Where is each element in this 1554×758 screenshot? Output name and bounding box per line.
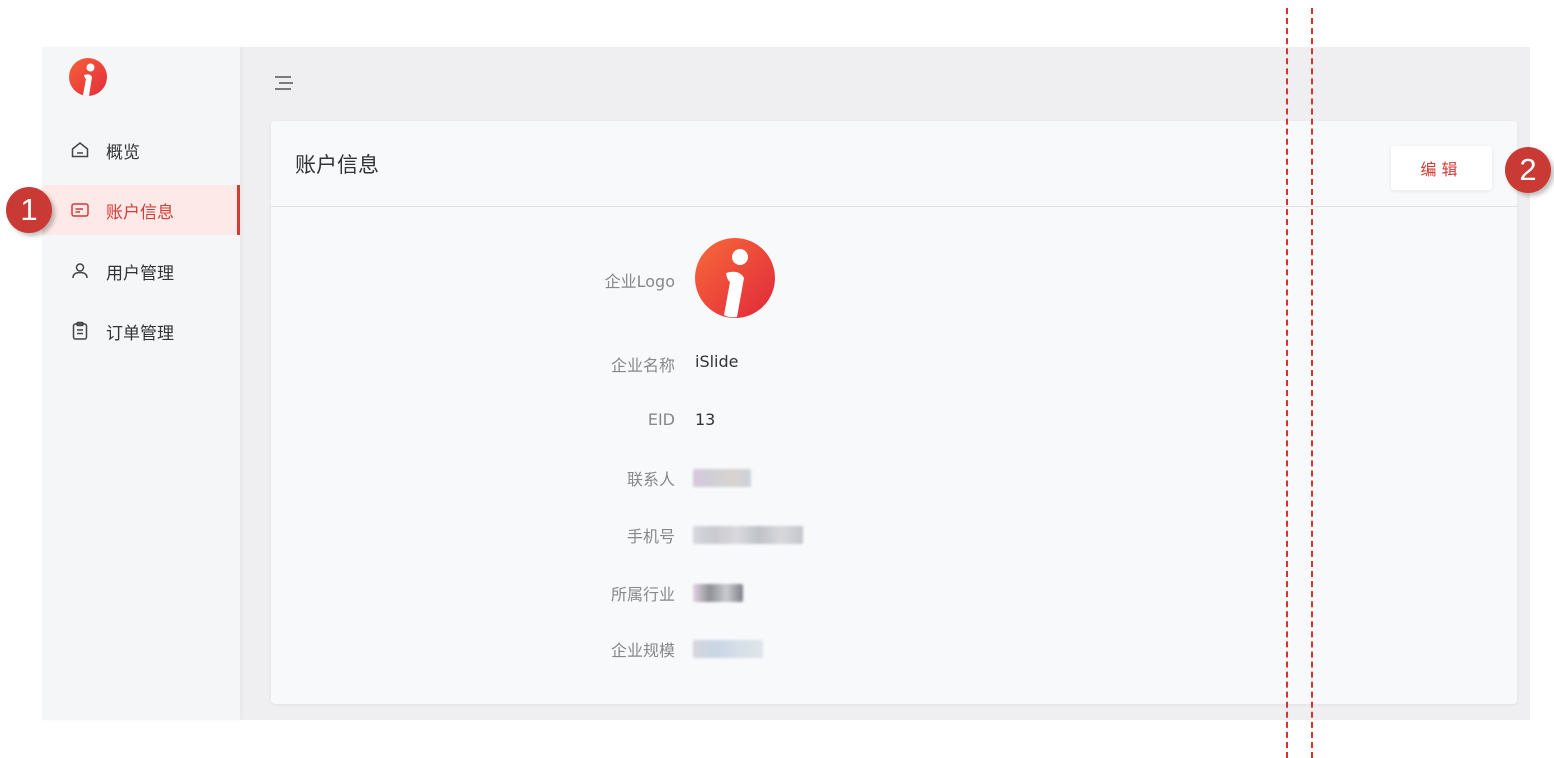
annotation-dashed-line [1286,8,1288,758]
islide-logo-icon[interactable] [68,57,108,97]
screenshot: 概览 账户信息 用户管理 订单管理 账户信息 企业Logo 企业名称 iSlid… [0,0,1554,758]
field-row-phone: 手机号 [271,518,1517,548]
field-label: 企业名称 [610,356,675,375]
sidebar-item-label: 用户管理 [106,263,174,284]
sidebar-item-overview[interactable]: 概览 [42,125,240,175]
home-icon [70,140,90,160]
app-window: 概览 账户信息 用户管理 订单管理 账户信息 企业Logo 企业名称 iSlid… [42,47,1530,720]
annotation-badge-1: 1 [6,187,52,233]
field-value: iSlide [695,352,739,371]
field-row-contact: 联系人 [271,461,1517,491]
field-label: 手机号 [626,527,675,546]
field-row-company-size: 企业规模 [271,632,1517,662]
sidebar-item-order-management[interactable]: 订单管理 [42,306,240,356]
field-label: 企业Logo [604,272,675,291]
field-row-eid: EID 13 [271,405,1517,435]
main-content: 账户信息 企业Logo 企业名称 iSlide EID 13 联系人 手机号 所… [240,47,1530,720]
field-label: 联系人 [626,470,675,489]
sidebar-item-label: 概览 [106,142,140,163]
field-row-company-name: 企业名称 iSlide [271,347,1517,377]
page-title: 账户信息 [295,153,379,177]
field-value: 13 [695,410,716,429]
edit-button[interactable]: 编辑 [1391,146,1492,190]
field-label: EID [647,410,675,429]
field-row-industry: 所属行业 [271,576,1517,606]
annotation-dashed-line [1311,8,1313,758]
redacted-value [693,526,803,544]
card-icon [70,200,90,220]
field-label: 企业规模 [610,641,675,660]
company-logo-image [694,237,776,319]
sidebar-item-account-info[interactable]: 账户信息 [42,185,240,235]
sidebar: 概览 账户信息 用户管理 订单管理 [42,47,240,720]
redacted-value [693,584,743,602]
annotation-badge-2: 2 [1505,147,1551,193]
field-label: 所属行业 [610,585,675,604]
redacted-value [693,640,763,658]
redacted-value [693,469,751,487]
clipboard-icon [70,321,90,341]
field-row-logo: 企业Logo [271,263,1517,293]
card-header: 账户信息 [271,121,1517,207]
account-info-card: 账户信息 企业Logo 企业名称 iSlide EID 13 联系人 手机号 所… [271,121,1517,704]
sidebar-item-label: 订单管理 [106,323,174,344]
sidebar-item-user-management[interactable]: 用户管理 [42,246,240,296]
menu-icon[interactable] [272,71,296,95]
sidebar-item-label: 账户信息 [106,202,174,223]
user-icon [70,261,90,281]
